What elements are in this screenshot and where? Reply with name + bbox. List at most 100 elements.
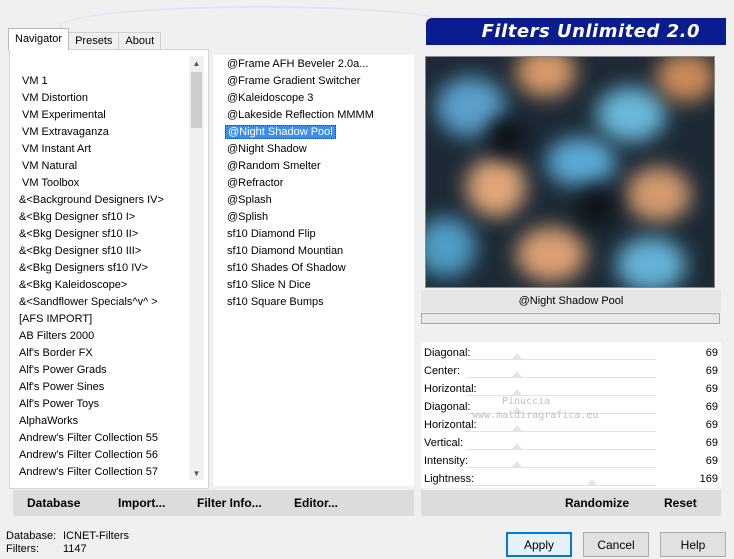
- database-value: ICNET-Filters: [63, 530, 129, 542]
- param-value: 69: [705, 365, 718, 377]
- filter-item-label: sf10 Slice N Dice: [227, 279, 311, 291]
- filter-item[interactable]: sf10 Diamond Mountian: [225, 243, 405, 260]
- category-item[interactable]: Andrew's Filter Collection 57: [19, 464, 189, 481]
- selected-filter-name: @Night Shadow Pool: [421, 290, 721, 312]
- param-slider-track[interactable]: [466, 359, 656, 360]
- filter-item-label: @Frame Gradient Switcher: [227, 75, 361, 87]
- category-item[interactable]: VM Experimental: [19, 107, 189, 124]
- category-item[interactable]: VM Extravaganza: [19, 124, 189, 141]
- category-item[interactable]: &<Bkg Designers sf10 IV>: [19, 260, 189, 277]
- filter-item-label: @Night Shadow: [227, 143, 307, 155]
- filter-item-label: sf10 Diamond Mountian: [227, 245, 344, 257]
- param-slider-track[interactable]: [466, 377, 656, 378]
- database-label: Database:: [6, 530, 57, 542]
- param-slider-track[interactable]: [466, 485, 656, 486]
- filter-item[interactable]: sf10 Slice N Dice: [225, 277, 405, 294]
- tab-presets[interactable]: Presets: [68, 32, 120, 50]
- filter-info-button[interactable]: Filter Info...: [197, 496, 262, 510]
- param-row[interactable]: Vertical: 69: [421, 434, 721, 452]
- category-item[interactable]: Alf's Power Grads: [19, 362, 189, 379]
- filter-item[interactable]: @Night Shadow Pool: [225, 124, 405, 141]
- param-slider-track[interactable]: [466, 431, 656, 432]
- category-item[interactable]: Alf's Power Sines: [19, 379, 189, 396]
- scroll-up-arrow-icon[interactable]: ▲: [189, 56, 204, 70]
- category-item[interactable]: Alf's Border FX: [19, 345, 189, 362]
- cancel-button[interactable]: Cancel: [583, 532, 649, 557]
- status-area: Database: ICNET-Filters Filters: 1147: [6, 530, 166, 558]
- filter-item[interactable]: @Splish: [225, 209, 405, 226]
- param-slider-thumb[interactable]: [512, 443, 523, 449]
- category-item[interactable]: &<Bkg Designer sf10 III>: [19, 243, 189, 260]
- apply-button[interactable]: Apply: [506, 532, 572, 557]
- param-row[interactable]: Diagonal: 69: [421, 344, 721, 362]
- filter-item-label: @Splish: [227, 211, 269, 223]
- editor-button[interactable]: Editor...: [294, 496, 338, 510]
- help-button[interactable]: Help: [660, 532, 726, 557]
- param-slider-thumb[interactable]: [512, 461, 523, 467]
- category-item[interactable]: VM 1: [19, 73, 189, 90]
- filter-item[interactable]: @Frame AFH Beveler 2.0a...: [225, 56, 405, 73]
- app-banner: Filters Unlimited 2.0: [426, 18, 726, 45]
- import-button[interactable]: Import...: [118, 496, 165, 510]
- category-item[interactable]: &<Sandflower Specials^v^ >: [19, 294, 189, 311]
- filters-count-label: Filters:: [6, 543, 39, 555]
- param-label: Horizontal:: [424, 419, 477, 431]
- watermark-line-1: Pinuccia: [502, 396, 551, 407]
- param-slider-track[interactable]: [466, 449, 656, 450]
- filter-item[interactable]: @Splash: [225, 192, 405, 209]
- param-value: 69: [705, 401, 718, 413]
- param-slider-thumb[interactable]: [512, 371, 523, 377]
- category-list[interactable]: VM 1 VM Distortion VM Experimental VM Extra…: [19, 73, 189, 481]
- randomize-button[interactable]: Randomize: [565, 496, 629, 510]
- param-slider-thumb[interactable]: [512, 353, 523, 359]
- filter-item[interactable]: @Kaleidoscope 3: [225, 90, 405, 107]
- category-item[interactable]: Andrew's Filter Collection 56: [19, 447, 189, 464]
- filter-item[interactable]: @Night Shadow: [225, 141, 405, 158]
- category-scrollbar[interactable]: ▲ ▼: [189, 56, 204, 480]
- param-slider-track[interactable]: [466, 467, 656, 468]
- category-item[interactable]: VM Distortion: [19, 90, 189, 107]
- navigator-panel: VM 1 VM Distortion VM Experimental VM Extra…: [9, 49, 209, 489]
- category-item[interactable]: Alf's Power Toys: [19, 396, 189, 413]
- filter-item[interactable]: @Refractor: [225, 175, 405, 192]
- filter-item[interactable]: @Random Smelter: [225, 158, 405, 175]
- filter-item-label: sf10 Diamond Flip: [227, 228, 316, 240]
- category-item[interactable]: VM Instant Art: [19, 141, 189, 158]
- filter-item[interactable]: sf10 Square Bumps: [225, 294, 405, 311]
- right-button-bar: Randomize Reset: [421, 490, 721, 516]
- param-label: Vertical:: [424, 437, 464, 449]
- tab-about[interactable]: About: [118, 32, 162, 50]
- reset-button[interactable]: Reset: [664, 496, 697, 510]
- param-slider-thumb[interactable]: [512, 425, 523, 431]
- category-item[interactable]: &<Background Designers IV>: [19, 192, 189, 209]
- filter-item-label: @Refractor: [227, 177, 284, 189]
- category-item[interactable]: &<Bkg Designer sf10 II>: [19, 226, 189, 243]
- category-item[interactable]: &<Bkg Kaleidoscope>: [19, 277, 189, 294]
- scroll-down-arrow-icon[interactable]: ▼: [189, 466, 204, 480]
- filter-item[interactable]: @Frame Gradient Switcher: [225, 73, 405, 90]
- category-item[interactable]: VM Toolbox: [19, 175, 189, 192]
- category-item[interactable]: AlphaWorks: [19, 413, 189, 430]
- tab-navigator[interactable]: Navigator: [8, 28, 70, 50]
- param-row[interactable]: Intensity: 69: [421, 452, 721, 470]
- scroll-thumb[interactable]: [191, 72, 202, 128]
- param-label: Horizontal:: [424, 383, 477, 395]
- category-item[interactable]: &<Bkg Designer sf10 I>: [19, 209, 189, 226]
- param-row[interactable]: Center: 69: [421, 362, 721, 380]
- param-row[interactable]: Lightness: 169: [421, 470, 721, 488]
- left-button-bar: Database Import... Filter Info... Editor…: [13, 490, 414, 516]
- category-item[interactable]: AB Filters 2000: [19, 328, 189, 345]
- filter-list[interactable]: @Frame AFH Beveler 2.0a... @Frame Gradien…: [225, 56, 405, 311]
- filter-item[interactable]: @Lakeside Reflection MMMM: [225, 107, 405, 124]
- filter-item[interactable]: sf10 Diamond Flip: [225, 226, 405, 243]
- param-label: Diagonal:: [424, 401, 471, 413]
- filter-item-label: @Night Shadow Pool: [225, 125, 336, 139]
- param-value: 69: [705, 347, 718, 359]
- category-item[interactable]: Andrew's Filter Collection 55: [19, 430, 189, 447]
- filter-item-label: @Random Smelter: [227, 160, 321, 172]
- category-item[interactable]: [AFS IMPORT]: [19, 311, 189, 328]
- category-item[interactable]: VM Natural: [19, 158, 189, 175]
- param-slider-thumb[interactable]: [586, 479, 597, 485]
- database-button[interactable]: Database: [27, 496, 80, 510]
- filter-item[interactable]: sf10 Shades Of Shadow: [225, 260, 405, 277]
